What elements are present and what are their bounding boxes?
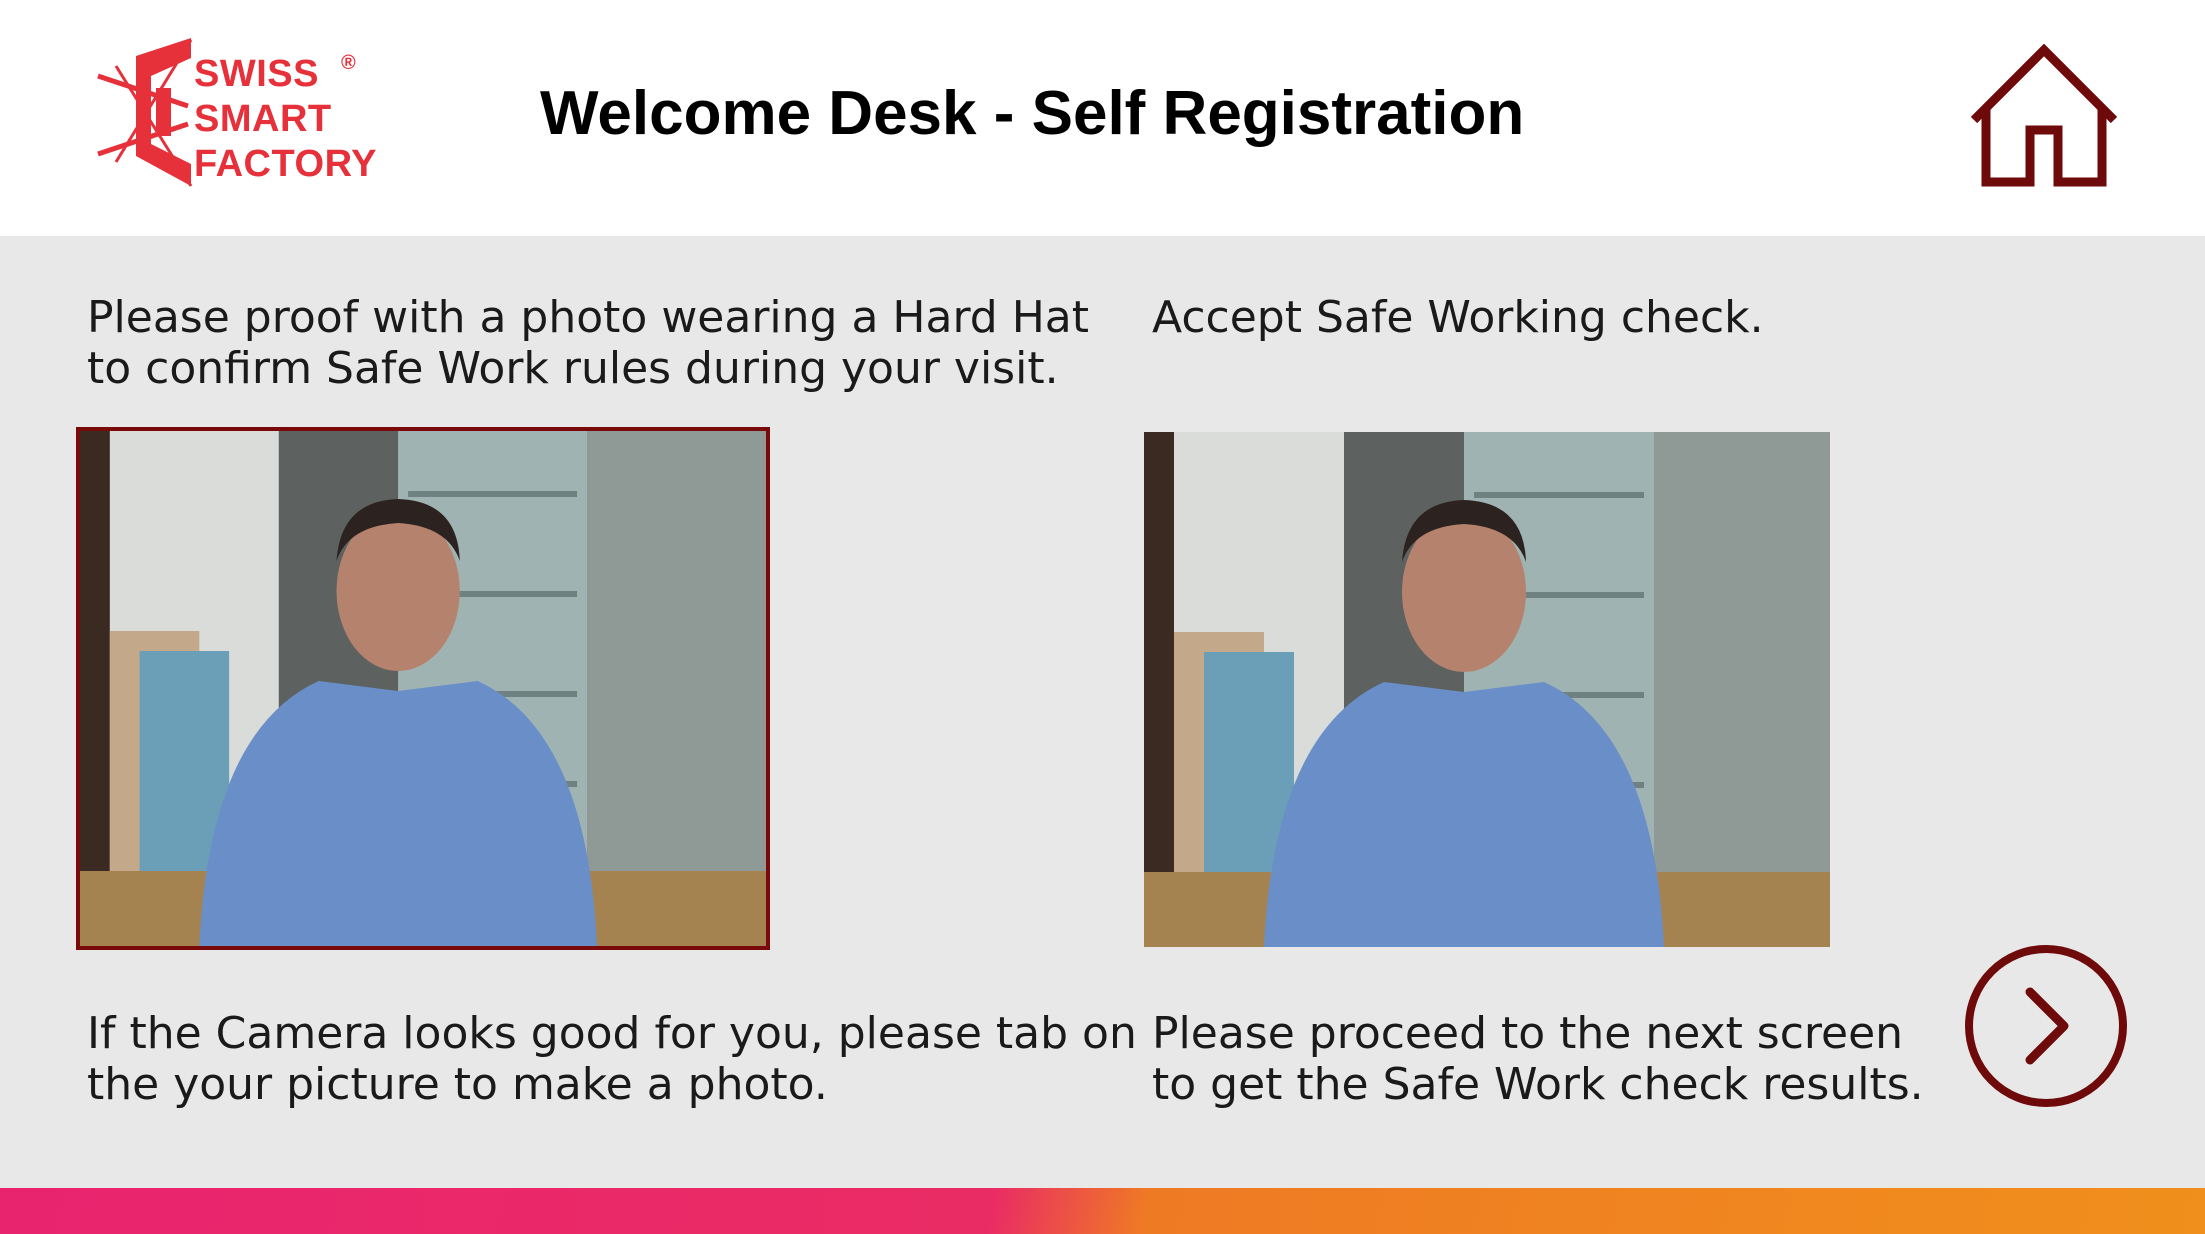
next-button[interactable]	[1964, 944, 2128, 1108]
logo-line-2: SMART	[194, 98, 332, 140]
hint-line: the your picture to make a photo.	[87, 1059, 828, 1110]
hint-line: to get the Safe Work check results.	[1152, 1059, 1924, 1110]
home-icon	[1970, 43, 2118, 187]
page-title: Welcome Desk - Self Registration	[540, 79, 1525, 148]
instruction-line: Please proof with a photo wearing a Hard…	[87, 292, 1089, 343]
registered-mark: ®	[341, 52, 356, 74]
camera-hint-text: If the Camera looks good for you, please…	[87, 1008, 1137, 1110]
captured-image	[1144, 432, 1830, 947]
photo-instruction-text: Please proof with a photo wearing a Hard…	[87, 292, 1089, 394]
instruction-line: Accept Safe Working check.	[1152, 292, 1764, 343]
camera-image	[80, 431, 766, 946]
hint-line: Please proceed to the next screen	[1152, 1008, 1904, 1059]
footer-gradient-bar	[0, 1188, 2205, 1234]
swiss-smart-factory-logo: SWISS SMART FACTORY ®	[96, 36, 376, 192]
logo-mark-icon	[97, 38, 193, 187]
hint-line: If the Camera looks good for you, please…	[87, 1008, 1137, 1059]
chevron-right-circle-icon	[1965, 945, 2127, 1107]
logo-line-3: FACTORY	[194, 143, 377, 185]
captured-photo[interactable]	[1144, 432, 1830, 947]
proceed-hint-text: Please proceed to the next screen to get…	[1152, 1008, 1924, 1110]
camera-live-view[interactable]	[76, 427, 770, 950]
instruction-line: to confirm Safe Work rules during your v…	[87, 343, 1059, 394]
home-button[interactable]	[1968, 43, 2120, 188]
header-bar: SWISS SMART FACTORY ® Welcome Desk - Sel…	[0, 0, 2205, 236]
safe-working-check-text: Accept Safe Working check.	[1152, 292, 1764, 343]
